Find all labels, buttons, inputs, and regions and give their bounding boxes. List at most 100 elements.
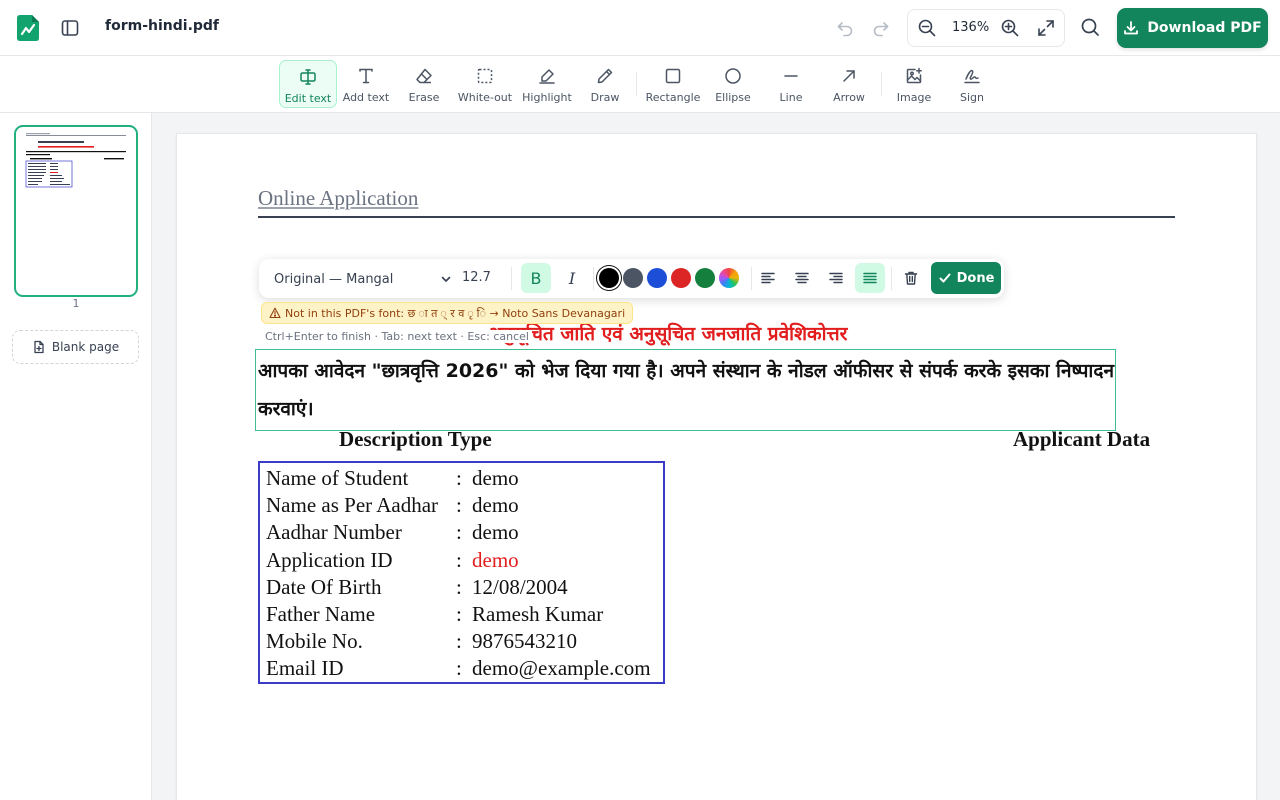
column-header-applicant[interactable]: Applicant Data bbox=[1013, 427, 1150, 452]
font-family-select[interactable]: Original — Mangal bbox=[274, 269, 452, 289]
tool-label: Line bbox=[779, 91, 803, 104]
download-label: Download PDF bbox=[1147, 20, 1262, 36]
row-label[interactable]: Email ID bbox=[266, 656, 456, 681]
tool-image[interactable]: Image bbox=[894, 60, 934, 108]
row-value[interactable]: demo bbox=[472, 466, 519, 491]
row-value[interactable]: demo@example.com bbox=[472, 656, 651, 681]
row-label[interactable]: Date Of Birth bbox=[266, 575, 456, 600]
color-swatch-red[interactable] bbox=[671, 268, 691, 288]
row-value[interactable]: 12/08/2004 bbox=[472, 575, 568, 600]
zoom-out-icon[interactable] bbox=[917, 18, 937, 38]
page-thumbnail-preview bbox=[25, 133, 126, 188]
row-value[interactable]: 9876543210 bbox=[472, 629, 577, 654]
color-picker-icon[interactable] bbox=[719, 268, 739, 288]
tools-bar: Edit text Add text Erase White-out Highl… bbox=[0, 56, 1280, 113]
image-icon bbox=[906, 67, 922, 84]
row-label[interactable]: Application ID bbox=[266, 548, 456, 573]
row-label[interactable]: Aadhar Number bbox=[266, 520, 456, 545]
ellipse-icon bbox=[725, 68, 741, 84]
tool-arrow[interactable]: Arrow bbox=[829, 60, 869, 108]
color-swatch-green[interactable] bbox=[695, 268, 715, 288]
row-value[interactable]: demo bbox=[472, 493, 519, 518]
tool-edit-text[interactable]: Edit text bbox=[279, 60, 337, 108]
row-value[interactable]: Ramesh Kumar bbox=[472, 602, 603, 627]
color-swatch-blue[interactable] bbox=[647, 268, 667, 288]
row-colon: : bbox=[456, 466, 462, 491]
add-blank-page-button[interactable]: Blank page bbox=[12, 330, 139, 364]
table-row: Aadhar Number: demo bbox=[266, 519, 663, 546]
toolbar-divider bbox=[881, 72, 882, 96]
download-pdf-button[interactable]: Download PDF bbox=[1117, 8, 1268, 48]
redo-icon[interactable] bbox=[870, 17, 892, 39]
color-swatch-gray[interactable] bbox=[623, 268, 643, 288]
chevron-down-icon bbox=[441, 276, 451, 282]
table-row: Email ID: demo@example.com bbox=[266, 655, 663, 682]
format-divider bbox=[891, 267, 892, 290]
undo-icon[interactable] bbox=[834, 17, 856, 39]
search-icon[interactable] bbox=[1080, 17, 1102, 39]
document-title[interactable]: Online Application bbox=[258, 186, 418, 211]
tool-white-out[interactable]: White-out bbox=[457, 60, 513, 108]
zoom-in-icon[interactable] bbox=[1000, 18, 1020, 38]
tool-label: Erase bbox=[408, 91, 440, 104]
row-label[interactable]: Father Name bbox=[266, 602, 456, 627]
align-center-icon[interactable] bbox=[787, 263, 817, 293]
warning-icon bbox=[269, 307, 281, 319]
tool-erase[interactable]: Erase bbox=[402, 60, 446, 108]
row-label[interactable]: Name as Per Aadhar bbox=[266, 493, 456, 518]
tool-sign[interactable]: Sign bbox=[952, 60, 992, 108]
row-label[interactable]: Name of Student bbox=[266, 466, 456, 491]
file-name: form-hindi.pdf bbox=[105, 18, 220, 34]
align-right-icon[interactable] bbox=[821, 263, 851, 293]
page-thumbnail[interactable] bbox=[14, 125, 138, 297]
table-row: Application ID: demo bbox=[266, 547, 663, 574]
tool-line[interactable]: Line bbox=[771, 60, 811, 108]
row-label[interactable]: Mobile No. bbox=[266, 629, 456, 654]
color-swatch-black[interactable] bbox=[599, 268, 619, 288]
top-bar: form-hindi.pdf 136% Download PDF bbox=[0, 0, 1280, 56]
column-header-description[interactable]: Description Type bbox=[339, 427, 492, 452]
bold-button[interactable]: B bbox=[521, 263, 551, 293]
done-button[interactable]: Done bbox=[931, 262, 1001, 294]
done-label: Done bbox=[956, 270, 995, 286]
font-warning-banner: Not in this PDF's font: छ ा त ् र व ृ ि … bbox=[261, 302, 634, 324]
tool-label: Draw bbox=[590, 91, 620, 104]
sidebar-toggle-icon[interactable] bbox=[58, 16, 82, 40]
tool-label: Add text bbox=[342, 91, 390, 104]
fit-page-icon[interactable] bbox=[1036, 18, 1056, 38]
title-rule bbox=[258, 216, 1175, 218]
tool-label: Highlight bbox=[522, 91, 572, 104]
font-size-input[interactable]: 12.7 bbox=[462, 270, 491, 285]
row-colon: : bbox=[456, 656, 462, 681]
check-icon bbox=[939, 273, 951, 283]
tool-rectangle[interactable]: Rectangle bbox=[645, 60, 701, 108]
blank-page-label: Blank page bbox=[51, 340, 120, 354]
tool-label: Rectangle bbox=[645, 91, 701, 104]
font-warning-text: Not in this PDF's font: छ ा त ् र व ृ ि … bbox=[285, 306, 626, 320]
italic-button[interactable]: I bbox=[557, 263, 587, 293]
format-divider bbox=[511, 267, 512, 290]
edit-text-icon bbox=[300, 69, 316, 85]
trash-icon[interactable] bbox=[896, 263, 926, 293]
tool-label: White-out bbox=[457, 91, 513, 104]
row-colon: : bbox=[456, 574, 462, 599]
tool-highlight[interactable]: Highlight bbox=[520, 60, 574, 108]
row-value[interactable]: demo bbox=[472, 548, 519, 573]
row-value[interactable]: demo bbox=[472, 520, 519, 545]
tool-label: Edit text bbox=[284, 92, 332, 105]
page-thumbnails-panel: 1 Blank page bbox=[0, 113, 152, 800]
tool-ellipse[interactable]: Ellipse bbox=[713, 60, 753, 108]
align-left-icon[interactable] bbox=[753, 263, 783, 293]
highlighter-icon bbox=[539, 69, 555, 84]
pencil-icon bbox=[597, 68, 613, 84]
arrow-icon bbox=[843, 70, 855, 82]
tool-draw[interactable]: Draw bbox=[585, 60, 625, 108]
table-row: Mobile No.:9876543210 bbox=[266, 628, 663, 655]
tool-add-text[interactable]: Add text bbox=[341, 60, 391, 108]
tool-label: Ellipse bbox=[715, 91, 751, 104]
editing-text-content[interactable]: आपका आवेदन "छात्रवृत्ति 2026" को भेज दिय… bbox=[258, 352, 1114, 428]
align-justify-icon[interactable] bbox=[855, 263, 885, 293]
zoom-level[interactable]: 136% bbox=[952, 20, 989, 35]
table-row: Father Name: Ramesh Kumar bbox=[266, 601, 663, 628]
table-row: Date Of Birth:12/08/2004 bbox=[266, 574, 663, 601]
